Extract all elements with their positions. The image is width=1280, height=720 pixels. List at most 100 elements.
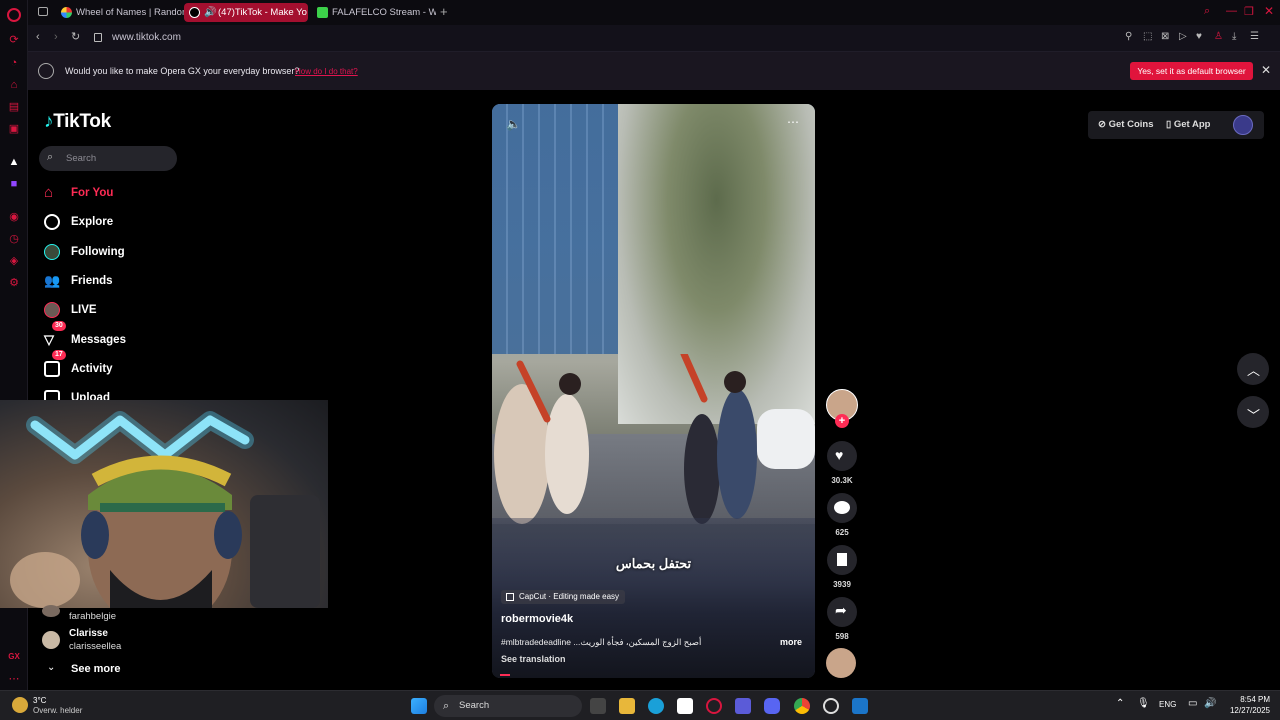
network-icon[interactable]: ▭	[1188, 698, 1197, 709]
opera-logo-icon[interactable]	[7, 8, 21, 22]
url-field[interactable]: www.tiktok.com	[112, 32, 181, 43]
twitch-icon[interactable]: ■	[7, 177, 21, 191]
progress-bar[interactable]	[500, 674, 510, 676]
avatar[interactable]	[42, 631, 60, 649]
music-disc-avatar[interactable]	[826, 648, 856, 678]
clock-date[interactable]: 12/27/2025	[1220, 706, 1270, 715]
close-banner-icon[interactable]: ✕	[1261, 63, 1271, 77]
play-icon[interactable]: ▷	[1179, 31, 1187, 42]
reload-icon[interactable]: ↻	[71, 30, 80, 43]
tab-tiktok[interactable]: 🔊 (47)TikTok - Make Yo	[184, 3, 308, 22]
volume-icon[interactable]: 🔊	[1204, 698, 1216, 709]
language-indicator[interactable]: ENG	[1159, 700, 1176, 709]
follow-plus-icon[interactable]: +	[835, 414, 849, 428]
new-tab-icon[interactable]: +	[440, 4, 448, 19]
nav-following[interactable]: Following	[42, 240, 125, 264]
nav-explore[interactable]: Explore	[42, 210, 113, 234]
heart-icon[interactable]: ♥	[1196, 31, 1202, 42]
speaker-icon[interactable]: 🔊	[204, 3, 216, 22]
task-view-icon[interactable]	[590, 698, 606, 714]
arrow-icon[interactable]: ▲	[7, 155, 21, 169]
get-app-button[interactable]: ▯ Get App	[1166, 119, 1210, 130]
snapshot-icon[interactable]: ⬚	[1143, 31, 1152, 42]
search-tabs-icon[interactable]: ⌕	[1204, 5, 1210, 18]
more-link[interactable]: more	[780, 637, 802, 647]
messenger-icon[interactable]: ▤	[7, 100, 21, 114]
get-coins-button[interactable]: ⊘ Get Coins	[1098, 119, 1153, 130]
capcut-tag[interactable]: CapCut · Editing made easy	[501, 590, 626, 604]
previous-video-button[interactable]: ︿	[1237, 353, 1269, 385]
see-more-link[interactable]: See more	[71, 663, 121, 675]
nav-friends[interactable]: 👥 Friends	[42, 269, 113, 293]
nav-upload[interactable]: Upload	[42, 386, 110, 400]
comment-button[interactable]	[827, 493, 857, 523]
close-window-icon[interactable]: ✕	[1264, 4, 1274, 18]
discord-icon[interactable]	[764, 698, 780, 714]
start-icon[interactable]	[411, 698, 427, 714]
video-frame-people	[494, 354, 815, 524]
edge-icon[interactable]	[648, 698, 664, 714]
search-input[interactable]: ⌕ Search	[39, 146, 177, 171]
restore-icon[interactable]: ❐	[1244, 5, 1254, 18]
set-default-button[interactable]: Yes, set it as default browser	[1130, 62, 1253, 80]
microphone-icon[interactable]: 🎙	[1137, 698, 1150, 709]
obs-icon[interactable]	[823, 698, 839, 714]
tab-overview-icon[interactable]	[38, 7, 48, 16]
instagram-icon[interactable]: ▣	[7, 122, 21, 136]
opera-gx-icon[interactable]	[706, 698, 722, 714]
shield-icon[interactable]: ⊠	[1161, 31, 1169, 42]
taskbar-search-label: Search	[459, 700, 490, 711]
player-icon[interactable]: ◉	[7, 210, 21, 224]
share-button[interactable]: ➦	[827, 597, 857, 627]
nav-live[interactable]: LIVE	[42, 298, 97, 322]
profile-avatar[interactable]	[1233, 115, 1253, 135]
pin-icon[interactable]: ⚲	[1125, 31, 1132, 42]
avatar[interactable]	[42, 605, 60, 617]
chrome-icon[interactable]	[794, 698, 810, 714]
video-frame-building	[492, 104, 618, 354]
gx-control-icon[interactable]: ◔	[7, 56, 21, 70]
more-options-icon[interactable]: ⋯	[787, 115, 799, 129]
steam-icon[interactable]	[852, 698, 868, 714]
extensions-icon[interactable]: ◈	[7, 254, 21, 268]
tiktok-logo[interactable]: ♪TikTok	[44, 111, 111, 133]
account-handle[interactable]: farahbelgie	[69, 611, 116, 622]
back-icon[interactable]: ‹	[36, 31, 40, 43]
file-explorer-icon[interactable]	[619, 698, 635, 714]
like-button[interactable]: ♥	[827, 441, 857, 471]
download-icon[interactable]: ⤓	[1232, 31, 1236, 42]
lock-icon[interactable]	[94, 33, 102, 42]
forward-icon[interactable]: ›	[54, 31, 58, 43]
weather-desc[interactable]: Overw. helder	[33, 706, 82, 715]
profile-icon[interactable]: ♙	[1214, 31, 1223, 42]
nav-activity[interactable]: 17 Activity	[42, 350, 113, 381]
video-player[interactable]: 🔈 ⋯ تحتفل بحماس CapCut · Editing made ea…	[492, 104, 815, 678]
weather-icon[interactable]	[12, 697, 28, 713]
settings-icon[interactable]: ⚙	[7, 276, 21, 290]
nav-for-you[interactable]: ⌂ For You	[42, 181, 113, 205]
refresh-sidebar-icon[interactable]: ⟳	[7, 33, 21, 47]
gx-cleaner-icon[interactable]: ⌂	[7, 78, 21, 92]
tab-falafelco[interactable]: FALAFELCO Stream - Wa	[312, 3, 436, 22]
see-translation-link[interactable]: See translation	[501, 654, 566, 664]
chevron-up-icon[interactable]: ⌃	[1116, 698, 1124, 709]
comment-count: 625	[835, 528, 849, 537]
mute-icon[interactable]: 🔈	[506, 117, 521, 131]
app-icon[interactable]	[735, 698, 751, 714]
more-dots-icon[interactable]: ⋯	[7, 672, 21, 686]
video-author[interactable]: robermovie4k	[501, 613, 573, 625]
menu-icon[interactable]: ☰	[1250, 31, 1259, 42]
taskbar-search[interactable]: ⌕ Search	[434, 695, 582, 717]
nav-messages[interactable]: ▽ 30 Messages	[42, 321, 126, 352]
history-icon[interactable]: ◷	[7, 232, 21, 246]
account-handle[interactable]: clarisseellea	[69, 641, 121, 652]
minimize-icon[interactable]: —	[1226, 5, 1237, 17]
next-video-button[interactable]: ﹀	[1237, 396, 1269, 428]
tab-wheel-of-names[interactable]: Wheel of Names | Random	[56, 3, 204, 22]
account-name[interactable]: Clarisse	[69, 628, 108, 639]
banner-help-link[interactable]: How do I do that?	[295, 67, 358, 76]
save-button[interactable]	[827, 545, 857, 575]
store-icon[interactable]	[677, 698, 693, 714]
weather-temp[interactable]: 3°C	[33, 696, 46, 705]
clock-time[interactable]: 8:54 PM	[1230, 695, 1270, 704]
